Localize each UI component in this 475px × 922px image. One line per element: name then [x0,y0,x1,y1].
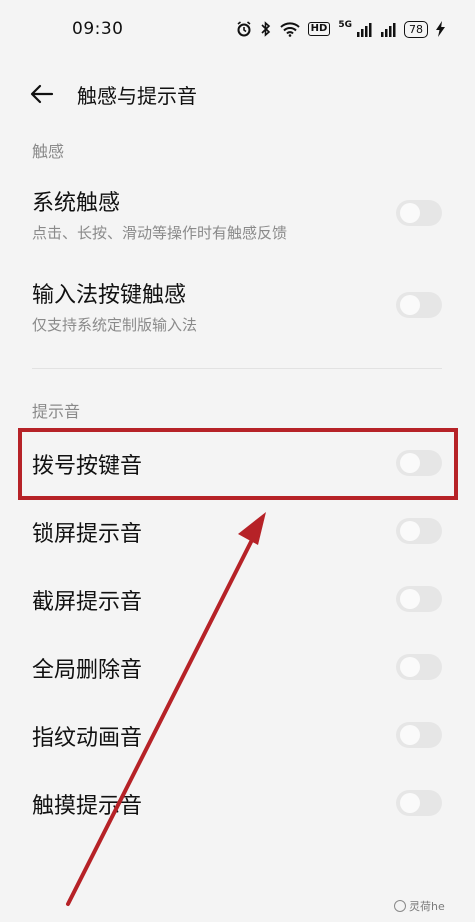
row-title: 输入法按键触感 [32,283,187,308]
toggle-switch[interactable] [396,450,442,476]
watermark-logo-icon [394,900,406,912]
signal-icon [356,22,372,37]
settings-row-delete-sound[interactable]: 全局删除音 [0,640,475,696]
settings-row-lockscreen-sound[interactable]: 锁屏提示音 [0,504,475,560]
signal-icon-2 [380,22,396,37]
toggle-switch[interactable] [396,586,442,612]
header: 触感与提示音 [0,66,475,122]
hd-voice-badge: HD [307,22,331,36]
section-divider [32,368,442,369]
status-icons: HD 5G 78 [236,16,445,42]
toggle-switch[interactable] [396,790,442,816]
back-arrow-icon[interactable] [28,80,56,108]
row-title: 触摸提示音 [32,794,143,819]
watermark: 灵荷he [394,898,445,914]
toggle-switch[interactable] [396,200,442,226]
wifi-icon [279,21,300,37]
status-bar: 09:30 HD 5G 78 [0,0,475,60]
watermark-text: 灵荷he [409,900,445,913]
settings-row-dialpad-tone[interactable]: 拨号按键音 [0,436,475,492]
settings-row-touch-sound[interactable]: 触摸提示音 [0,776,475,832]
toggle-switch[interactable] [396,654,442,680]
battery-indicator: 78 [404,20,428,38]
toggle-switch[interactable] [396,722,442,748]
page-title: 触感与提示音 [77,84,197,108]
row-subtitle: 仅支持系统定制版输入法 [32,316,198,334]
alarm-icon [236,21,252,37]
toggle-knob [400,657,420,677]
toggle-knob [400,295,420,315]
toggle-knob [400,203,420,223]
toggle-knob [400,453,420,473]
row-title: 拨号按键音 [32,454,143,479]
toggle-switch[interactable] [396,292,442,318]
row-title: 全局删除音 [32,658,143,683]
toggle-switch[interactable] [396,518,442,544]
settings-row-system-haptics[interactable]: 系统触感 点击、长按、滑动等操作时有触感反馈 [0,178,475,256]
toggle-knob [400,725,420,745]
row-title: 系统触感 [32,191,121,216]
row-title: 截屏提示音 [32,590,143,615]
network-type-label: 5G [338,20,352,30]
row-title: 锁屏提示音 [32,522,143,547]
bluetooth-icon [260,21,272,37]
settings-row-fingerprint-sound[interactable]: 指纹动画音 [0,708,475,764]
row-subtitle: 点击、长按、滑动等操作时有触感反馈 [32,224,288,242]
status-time: 09:30 [72,19,124,39]
row-title: 指纹动画音 [32,726,143,751]
charging-icon [436,21,445,37]
section-label-haptics: 触感 [32,142,65,161]
section-label-sounds: 提示音 [32,402,81,421]
toggle-knob [400,589,420,609]
settings-row-ime-haptics[interactable]: 输入法按键触感 仅支持系统定制版输入法 [0,270,475,348]
toggle-knob [400,521,420,541]
settings-row-screenshot-sound[interactable]: 截屏提示音 [0,572,475,628]
toggle-knob [400,793,420,813]
